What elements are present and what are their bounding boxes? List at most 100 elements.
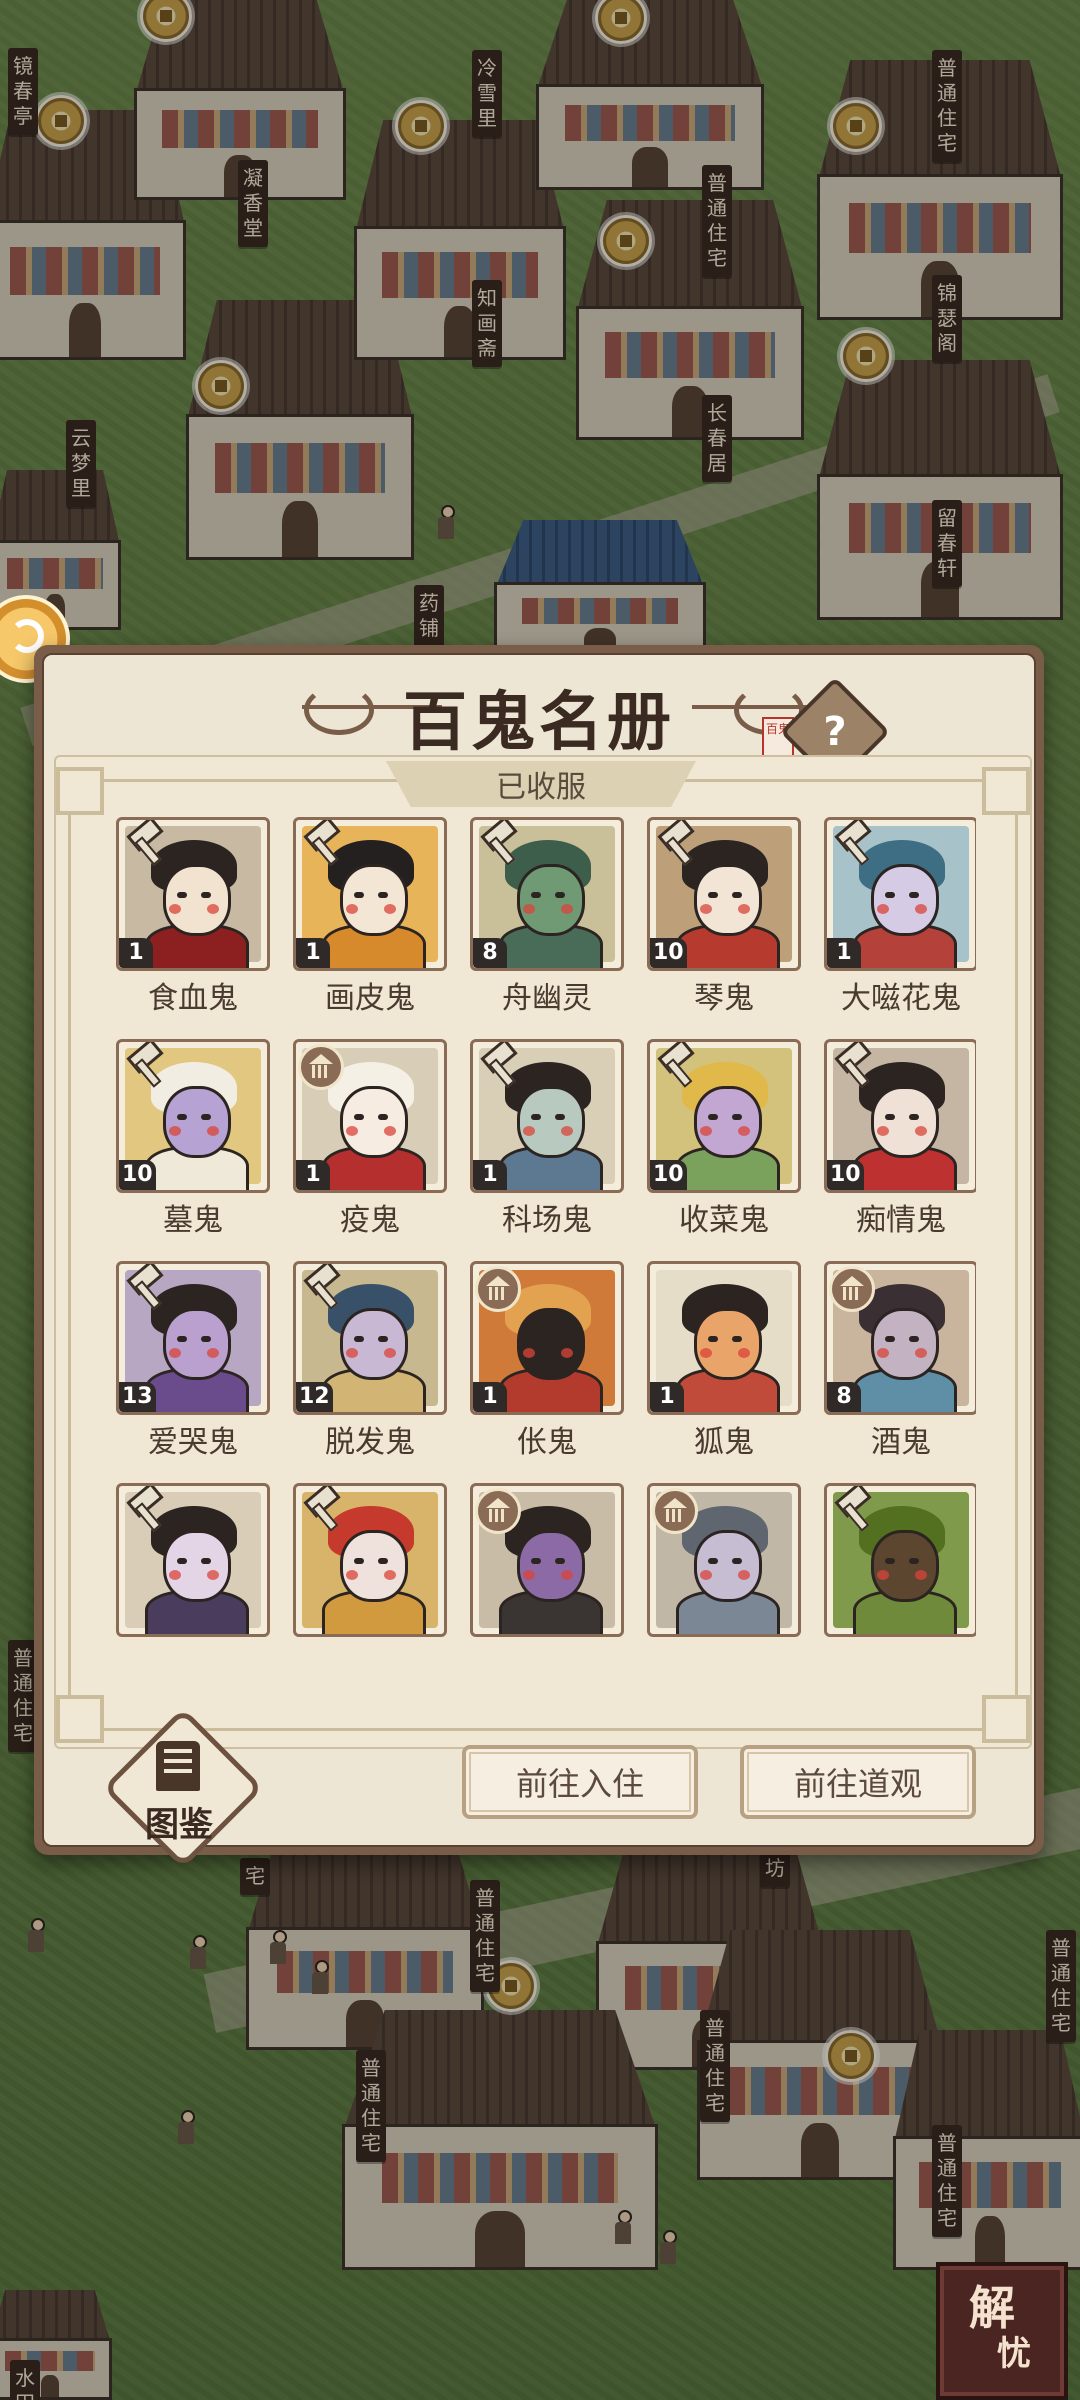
portrait-eye: [177, 1336, 187, 1342]
ghost-card[interactable]: 10 收菜鬼: [647, 1039, 801, 1249]
ghost-card[interactable]: 1 疫鬼: [293, 1039, 447, 1249]
portrait-eye: [885, 1558, 895, 1564]
ghost-card[interactable]: 8 酒鬼: [824, 1261, 976, 1471]
ghost-card[interactable]: 1 大嗞花鬼: [824, 817, 976, 1027]
portrait-blush: [738, 1126, 750, 1136]
ghost-card[interactable]: 8 舟幽灵: [470, 817, 624, 1027]
ghost-name: 食血鬼: [148, 981, 238, 1016]
ghost-portrait: 10: [647, 1039, 801, 1193]
ghost-card[interactable]: 10 痴情鬼: [824, 1039, 976, 1249]
go-temple-button[interactable]: 前往道观: [740, 1745, 976, 1819]
portrait-blush: [384, 1126, 396, 1136]
portrait-face: [694, 1530, 762, 1602]
portrait-blush: [207, 1348, 219, 1358]
title-bar: 百鬼名册 百鬼 ?: [44, 655, 1034, 788]
hammer-icon: [475, 822, 517, 864]
portrait-blush: [561, 1570, 573, 1580]
corner-ornament: [982, 767, 1030, 815]
ghost-card[interactable]: 10 琴鬼: [647, 817, 801, 1027]
ghost-level: 1: [650, 1382, 684, 1412]
portrait-blush: [169, 1348, 181, 1358]
ghost-name: 伥鬼: [517, 1425, 577, 1460]
ghost-card[interactable]: [647, 1483, 801, 1659]
portrait-blush: [561, 1348, 573, 1358]
go-live-button[interactable]: 前往入住: [462, 1745, 698, 1819]
portrait-eye: [732, 1336, 742, 1342]
ghost-portrait: 1: [116, 817, 270, 971]
ghost-portrait: 1: [470, 1261, 624, 1415]
portrait-eye: [378, 1114, 388, 1120]
portrait-eye: [177, 1558, 187, 1564]
portrait-eye: [909, 892, 919, 898]
ghost-card[interactable]: 12 脱发鬼: [293, 1261, 447, 1471]
portrait-blush: [169, 1570, 181, 1580]
ghost-card[interactable]: 1 画皮鬼: [293, 817, 447, 1027]
ghost-name: 脱发鬼: [325, 1425, 415, 1460]
ghost-card[interactable]: 1 狐鬼: [647, 1261, 801, 1471]
ghost-level: 10: [119, 1160, 156, 1190]
portrait-eye: [885, 892, 895, 898]
portrait-eye: [201, 1114, 211, 1120]
corner-ornament: [982, 1695, 1030, 1743]
jieyou-button[interactable]: 解 忧: [936, 2262, 1068, 2400]
portrait-eye: [708, 1336, 718, 1342]
ghost-card[interactable]: 10 墓鬼: [116, 1039, 270, 1249]
portrait-eye: [354, 892, 364, 898]
corner-ornament: [56, 767, 104, 815]
portrait-eye: [531, 1558, 541, 1564]
portrait-face: [517, 1530, 585, 1602]
portrait-eye: [378, 1336, 388, 1342]
ghost-card[interactable]: 1 科场鬼: [470, 1039, 624, 1249]
hammer-icon: [829, 1044, 871, 1086]
ghost-name: 科场鬼: [502, 1203, 592, 1238]
portrait-eye: [354, 1336, 364, 1342]
ghost-card[interactable]: 1 伥鬼: [470, 1261, 624, 1471]
portrait-eye: [909, 1336, 919, 1342]
ghost-card[interactable]: 1 食血鬼: [116, 817, 270, 1027]
hammer-icon: [475, 1044, 517, 1086]
portrait-eye: [708, 892, 718, 898]
portrait-eye: [531, 892, 541, 898]
house-icon: [652, 1488, 698, 1534]
ghost-portrait: [116, 1483, 270, 1637]
ghost-portrait: 8: [824, 1261, 976, 1415]
portrait-blush: [738, 904, 750, 914]
portrait-face: [694, 864, 762, 936]
ghost-portrait: 13: [116, 1261, 270, 1415]
ghost-card[interactable]: [293, 1483, 447, 1659]
ghost-level: 1: [296, 938, 330, 968]
portrait-blush: [700, 904, 712, 914]
portrait-blush: [561, 904, 573, 914]
portrait-eye: [708, 1558, 718, 1564]
portrait-blush: [700, 1348, 712, 1358]
ghost-level: 1: [119, 938, 153, 968]
ghost-card[interactable]: [824, 1483, 976, 1659]
ghost-card[interactable]: [470, 1483, 624, 1659]
jieyou-char: 忧: [997, 2334, 1031, 2374]
dialog-panel: 百鬼名册 百鬼 ? 已收服 1 食血鬼 1 画皮鬼 8 舟幽灵 10 琴鬼 1 大嗞花鬼 10 墓鬼 1…: [42, 653, 1036, 1869]
hammer-icon: [121, 822, 163, 864]
tujian-button[interactable]: 图鉴: [102, 1707, 264, 1869]
portrait-blush: [346, 1348, 358, 1358]
portrait-eye: [555, 1558, 565, 1564]
ghost-level: 1: [473, 1160, 507, 1190]
ghost-name: 收菜鬼: [679, 1203, 769, 1238]
ghost-level: 8: [473, 938, 507, 968]
ghost-card[interactable]: [116, 1483, 270, 1659]
portrait-face: [871, 1086, 939, 1158]
ghost-name: 爱哭鬼: [148, 1425, 238, 1460]
ghost-level: 1: [296, 1160, 330, 1190]
ghost-card[interactable]: 13 爱哭鬼: [116, 1261, 270, 1471]
ghost-grid[interactable]: 1 食血鬼 1 画皮鬼 8 舟幽灵 10 琴鬼 1 大嗞花鬼 10 墓鬼 1 疫鬼 1 科场鬼 10 收菜鬼 10 痴…: [116, 817, 976, 1659]
portrait-eye: [177, 892, 187, 898]
portrait-blush: [877, 1570, 889, 1580]
ghost-level: 1: [473, 1382, 507, 1412]
portrait-blush: [877, 904, 889, 914]
ghost-portrait: [824, 1483, 976, 1637]
portrait-blush: [738, 1570, 750, 1580]
ghost-portrait: 10: [824, 1039, 976, 1193]
ghost-name: 疫鬼: [340, 1203, 400, 1238]
portrait-blush: [738, 1348, 750, 1358]
portrait-eye: [378, 892, 388, 898]
ghost-portrait: 8: [470, 817, 624, 971]
